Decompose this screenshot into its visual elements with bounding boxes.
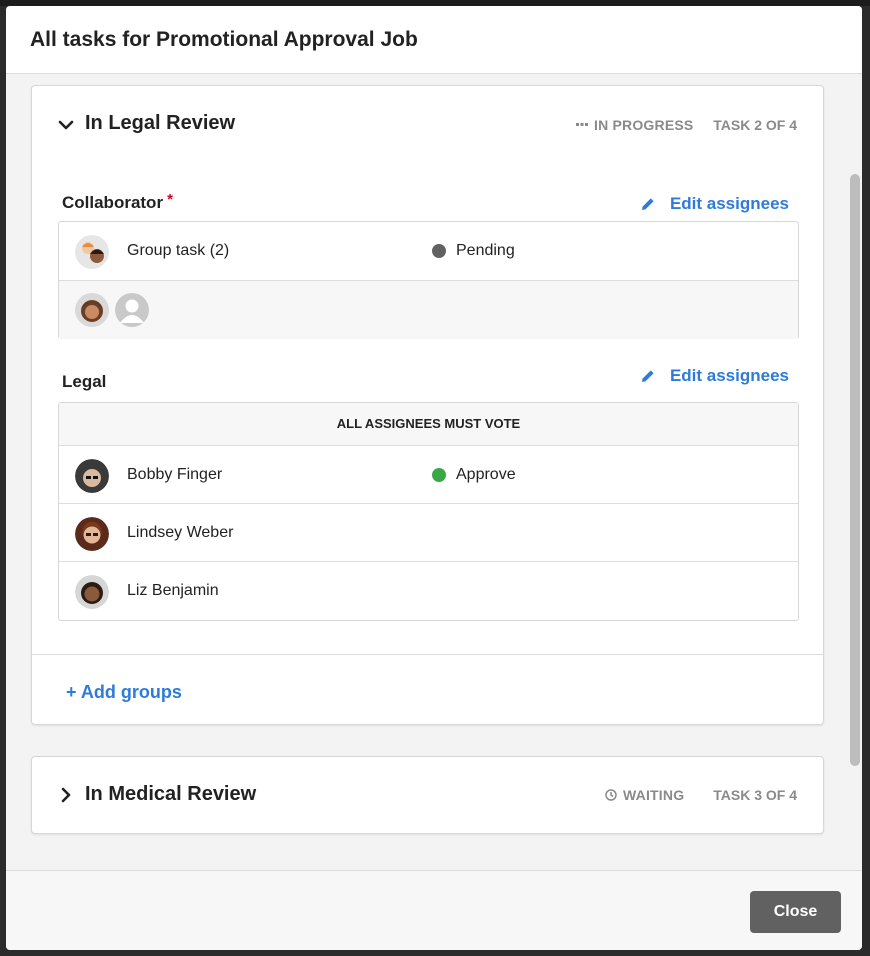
edit-assignees-legal[interactable]: Edit assignees bbox=[640, 366, 789, 386]
required-indicator: * bbox=[167, 191, 173, 208]
edit-assignees-label: Edit assignees bbox=[669, 366, 789, 385]
group-avatar bbox=[75, 235, 109, 269]
plus-icon: + bbox=[66, 682, 77, 702]
group-label-collaborator: Collaborator * bbox=[62, 191, 173, 213]
clock-icon bbox=[605, 789, 617, 801]
task-card-legal-review: In Legal Review IN PROGRESS TASK 2 OF 4 … bbox=[31, 85, 824, 725]
scrollbar-thumb[interactable] bbox=[850, 174, 860, 766]
group-label-text: Collaborator bbox=[62, 193, 164, 212]
avatar bbox=[75, 459, 109, 493]
status-dot bbox=[432, 468, 446, 482]
task-status-label: WAITING bbox=[623, 787, 685, 803]
status-label: Pending bbox=[456, 242, 515, 259]
task-title[interactable]: In Medical Review bbox=[85, 783, 256, 806]
modal-header: All tasks for Promotional Approval Job bbox=[6, 6, 862, 74]
task-status: IN PROGRESS bbox=[576, 117, 693, 133]
task-list-modal: All tasks for Promotional Approval Job I… bbox=[6, 6, 862, 950]
pencil-icon bbox=[641, 198, 654, 210]
scrollbar[interactable] bbox=[848, 74, 862, 870]
task-status: WAITING bbox=[605, 787, 684, 803]
collaborator-assignees: Group task (2) Pending bbox=[58, 221, 799, 339]
status-dot bbox=[432, 244, 446, 258]
group-members-row bbox=[59, 280, 798, 339]
legal-assignees: ALL ASSIGNEES MUST VOTE Bobby Finger App… bbox=[58, 402, 799, 621]
task-status-label: IN PROGRESS bbox=[594, 117, 694, 133]
avatar bbox=[75, 575, 109, 609]
chevron-right-icon[interactable] bbox=[58, 787, 74, 803]
assignee-row[interactable]: Bobby Finger Approve bbox=[59, 446, 798, 504]
modal-body: In Legal Review IN PROGRESS TASK 2 OF 4 … bbox=[6, 74, 862, 870]
modal-footer: Close bbox=[6, 870, 862, 950]
ellipsis-icon bbox=[576, 123, 588, 126]
group-task-row[interactable]: Group task (2) Pending bbox=[59, 222, 798, 280]
task-count: TASK 2 OF 4 bbox=[713, 117, 797, 133]
chevron-down-icon[interactable] bbox=[58, 117, 74, 133]
add-groups-label: Add groups bbox=[80, 682, 182, 702]
add-groups-button[interactable]: + Add groups bbox=[66, 682, 182, 703]
divider bbox=[32, 654, 823, 655]
group-label-legal: Legal bbox=[62, 372, 107, 391]
modal-title: All tasks for Promotional Approval Job bbox=[30, 28, 418, 51]
pencil-icon bbox=[641, 370, 654, 382]
vote-rule-header: ALL ASSIGNEES MUST VOTE bbox=[59, 403, 798, 446]
assignee-status: Pending bbox=[432, 242, 515, 260]
edit-assignees-label: Edit assignees bbox=[669, 194, 789, 213]
assignee-name: Bobby Finger bbox=[127, 466, 223, 483]
avatar bbox=[75, 517, 109, 551]
assignee-name: Lindsey Weber bbox=[127, 524, 234, 541]
status-label: Approve bbox=[456, 466, 516, 483]
close-button[interactable]: Close bbox=[750, 891, 841, 933]
assignee-name: Group task (2) bbox=[127, 242, 230, 259]
task-count: TASK 3 OF 4 bbox=[713, 787, 797, 803]
assignee-row[interactable]: Lindsey Weber bbox=[59, 504, 798, 562]
default-avatar-icon bbox=[115, 293, 149, 327]
task-card-medical-review[interactable]: In Medical Review WAITING TASK 3 OF 4 bbox=[31, 756, 824, 834]
assignee-name: Liz Benjamin bbox=[127, 582, 219, 599]
assignee-status: Approve bbox=[432, 466, 516, 484]
edit-assignees-collaborator[interactable]: Edit assignees bbox=[640, 194, 789, 214]
assignee-row[interactable]: Liz Benjamin bbox=[59, 562, 798, 620]
task-title[interactable]: In Legal Review bbox=[85, 112, 235, 135]
avatar bbox=[75, 293, 109, 327]
